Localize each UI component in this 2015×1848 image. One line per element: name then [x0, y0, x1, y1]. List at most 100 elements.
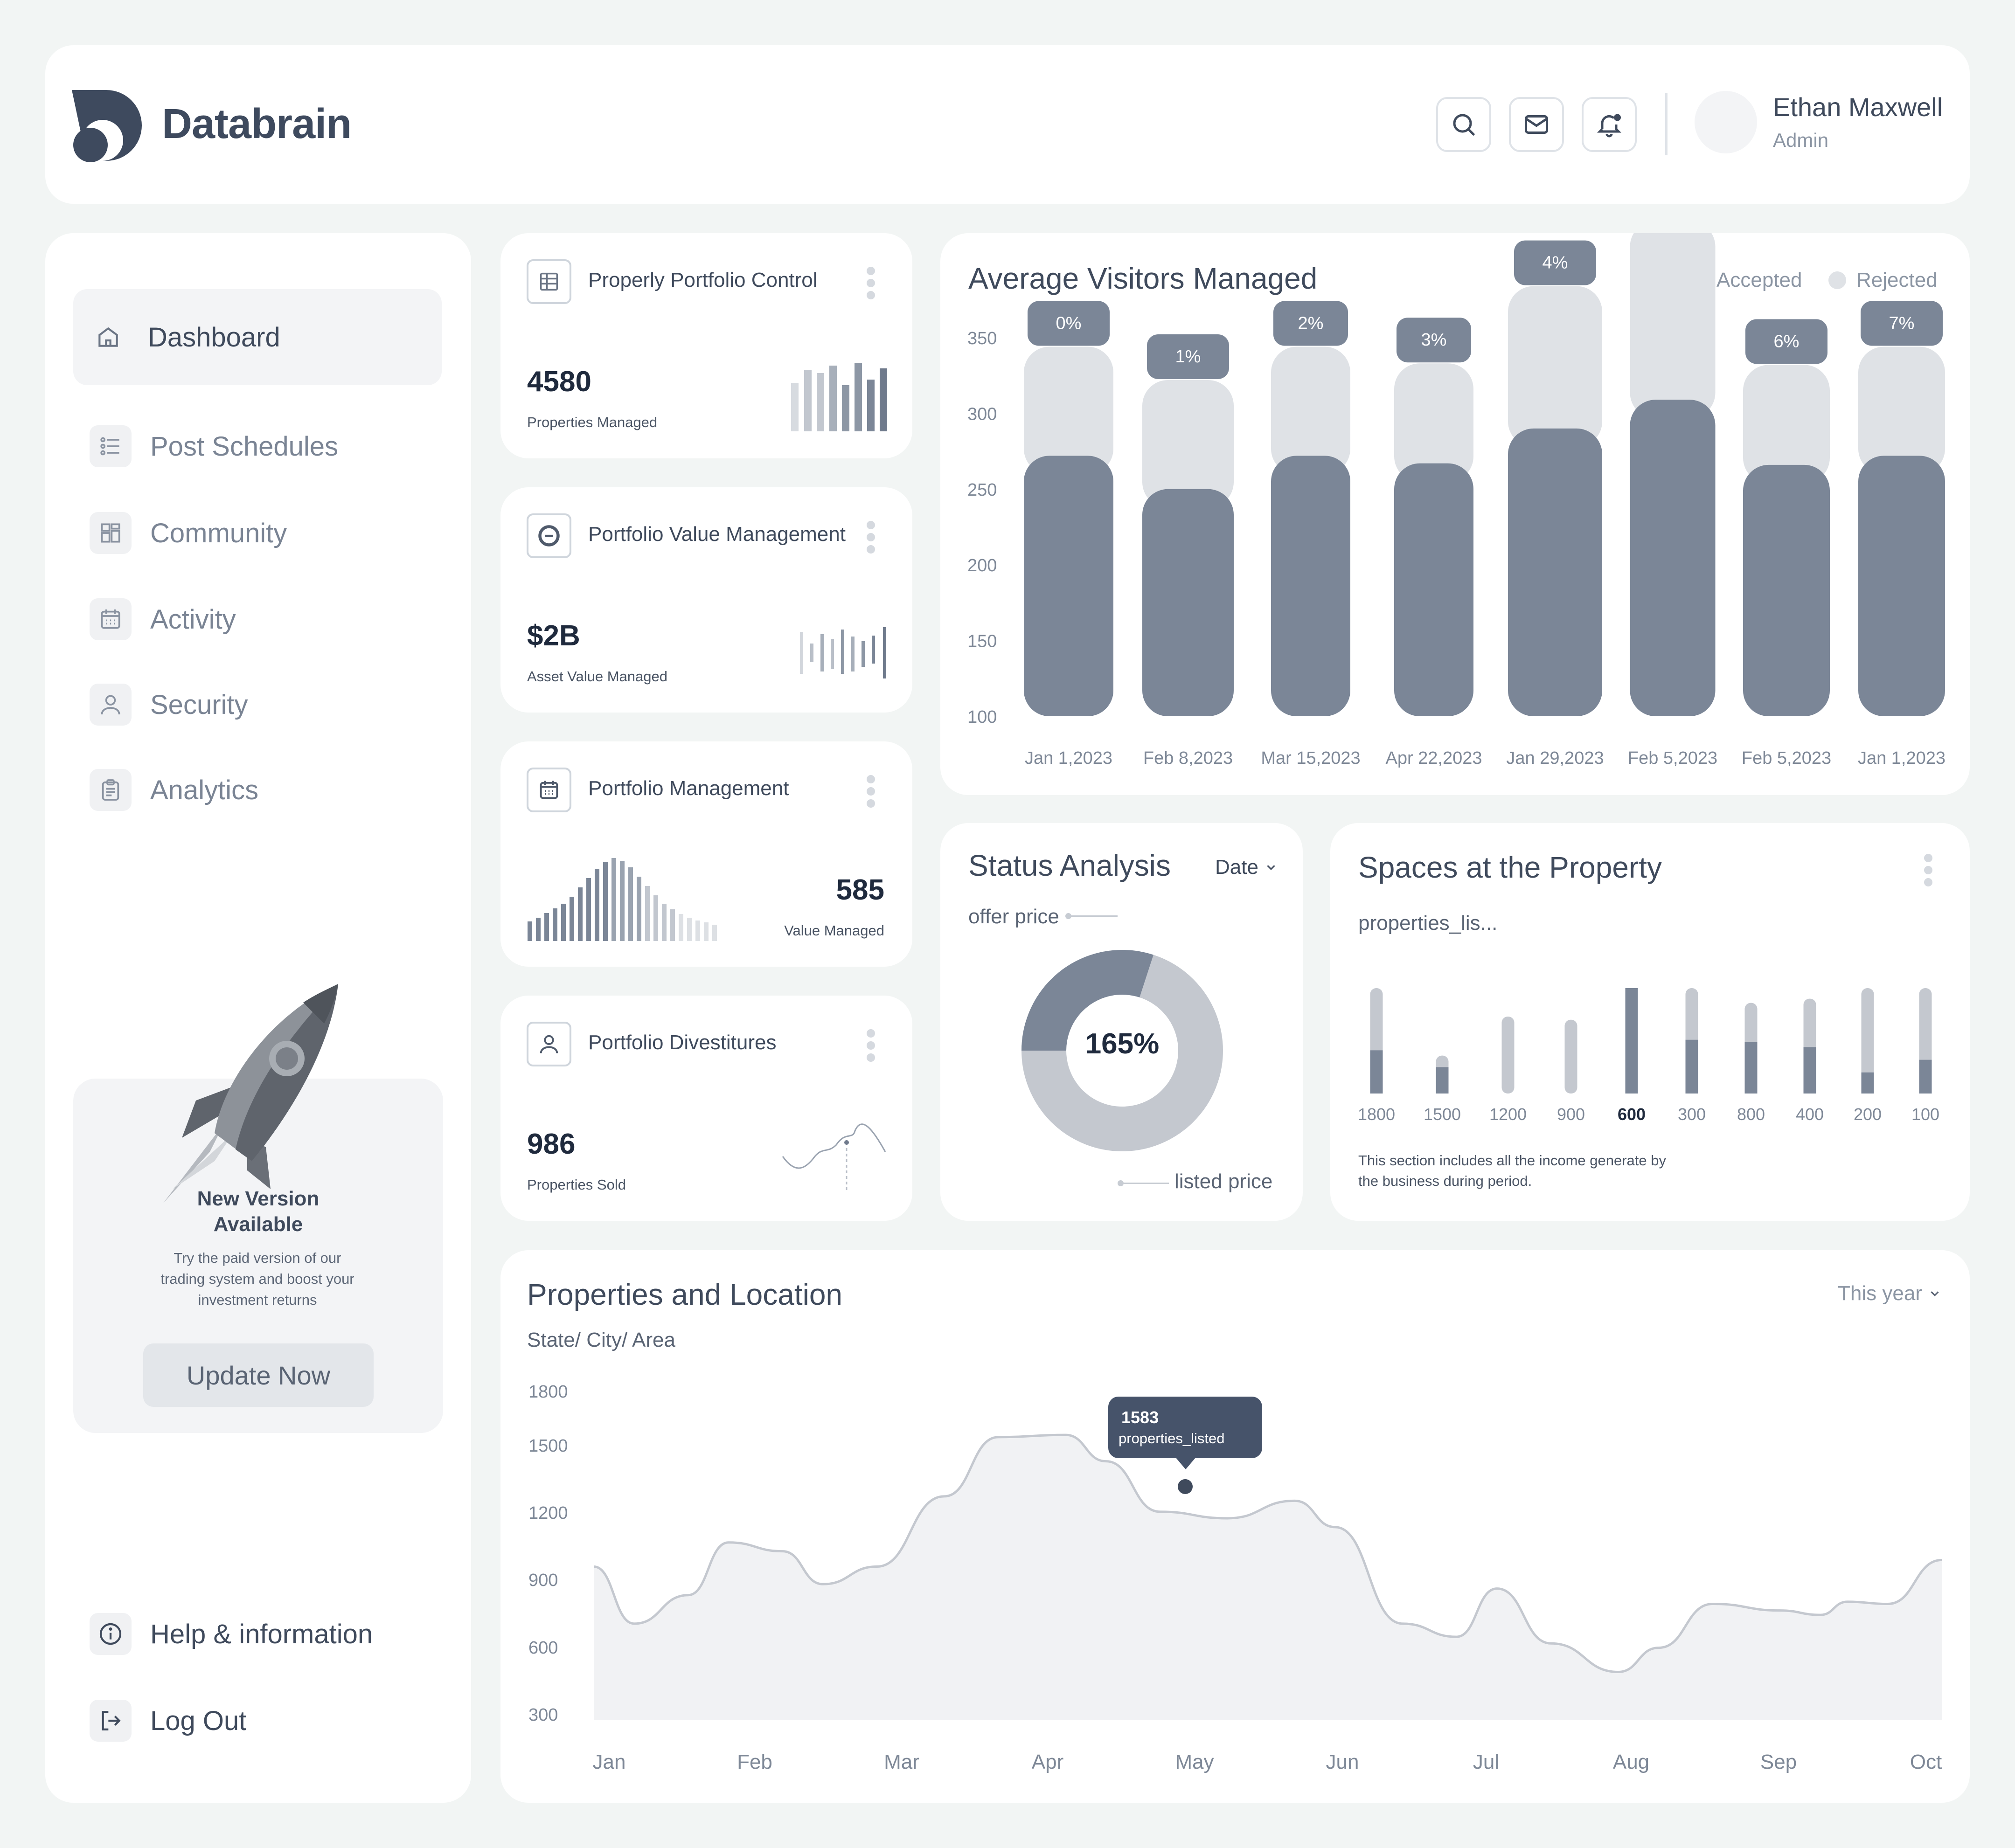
y-tick-label: 250 [967, 480, 997, 500]
space-bar-bg [1564, 1019, 1577, 1094]
bar-rejected [1858, 346, 1945, 475]
kpi-title: Portfolio Divestitures [588, 1031, 777, 1054]
mail-button[interactable] [1509, 97, 1564, 152]
x-tick-label: Jun [1326, 1751, 1359, 1773]
bar-rejected [1508, 286, 1602, 447]
y-tick-label: 1800 [528, 1382, 568, 1402]
chart-tooltip: 1583 properties_listed [1108, 1397, 1262, 1458]
space-bar-value [1919, 1059, 1932, 1094]
brand-name[interactable]: Databrain [162, 100, 352, 148]
sidebar-item-security[interactable]: Security [75, 677, 443, 733]
listed-price-label: listed price [1174, 1170, 1273, 1193]
x-tick-label: Feb [737, 1751, 772, 1773]
sidebar-item-label: Analytics [150, 775, 259, 805]
sidebar-item-logout[interactable]: Log Out [75, 1693, 443, 1749]
bar-data-label: 7% [1889, 313, 1915, 333]
bar-accepted [1142, 489, 1234, 716]
grid-icon [90, 512, 132, 554]
bar-accepted [1630, 400, 1716, 716]
y-tick-label: 300 [528, 1705, 558, 1725]
mail-icon [1525, 115, 1548, 134]
kpi-value: $2B [527, 620, 580, 652]
x-tick-label: Jan 1,2023 [1025, 748, 1112, 768]
top-header: Databrain Ethan Maxwell Admin [45, 45, 1970, 204]
x-tick-label: 800 [1737, 1105, 1765, 1124]
status-date-dropdown[interactable]: Date [1215, 856, 1278, 879]
logout-icon [90, 1700, 132, 1742]
avatar[interactable] [1695, 91, 1757, 153]
y-tick-label: 900 [528, 1571, 558, 1590]
space-bar-value [1861, 1072, 1874, 1094]
brand-logo-icon [72, 90, 146, 162]
x-tick-label: 200 [1854, 1105, 1882, 1124]
status-title: Status Analysis [968, 849, 1171, 882]
sidebar-item-post-schedules[interactable]: Post Schedules [75, 418, 443, 474]
offer-price-label: offer price [968, 905, 1059, 928]
tooltip-pointer [1175, 1457, 1196, 1469]
x-tick-label: Mar [884, 1751, 919, 1773]
user-icon [90, 684, 132, 726]
update-now-button[interactable]: Update Now [143, 1343, 374, 1407]
kpi-value: 585 [836, 874, 884, 906]
x-tick-label: Jan 1,2023 [1858, 748, 1946, 768]
sidebar-item-help[interactable]: Help & information [75, 1606, 443, 1662]
space-bar-value [1685, 1039, 1698, 1094]
status-card: Status Analysis Date offer price 165% li… [940, 823, 1303, 1221]
clipboard-icon [90, 769, 132, 811]
x-tick-label: Apr 22,2023 [1385, 748, 1482, 768]
bar-accepted [1508, 428, 1602, 716]
x-tick-label: Oct [1910, 1751, 1942, 1773]
info-icon [90, 1613, 132, 1655]
x-tick-label: 600 [1618, 1105, 1646, 1124]
user-role: Admin [1773, 129, 1829, 151]
sidebar-item-community[interactable]: Community [75, 505, 443, 561]
x-tick-label: 1500 [1424, 1105, 1461, 1124]
x-tick-label: Feb 5,2023 [1628, 748, 1717, 768]
home-icon [87, 316, 129, 358]
bar-accepted [1743, 464, 1830, 716]
spaces-note-line1: This section includes all the income gen… [1358, 1152, 1666, 1169]
notifications-button[interactable] [1582, 97, 1637, 152]
kpi-title: Portfolio Management [588, 777, 789, 800]
space-bar-value [1370, 1050, 1383, 1094]
y-tick-label: 300 [967, 404, 997, 424]
sidebar-item-label: Post Schedules [150, 431, 339, 462]
listed-price-leader [1120, 1183, 1169, 1184]
visitors-card: Average Visitors Managed Accepted Reject… [940, 233, 1970, 795]
tooltip-marker [1178, 1479, 1193, 1494]
space-bar-value [1744, 1042, 1758, 1094]
more-options-icon[interactable] [867, 521, 875, 557]
sidebar-item-activity[interactable]: Activity [75, 591, 443, 647]
x-tick-label: Feb 5,2023 [1742, 748, 1831, 768]
offer-price-leader-dot [1065, 913, 1071, 919]
kpi-distribution-bars [527, 857, 723, 941]
x-tick-label: Feb 8,2023 [1143, 748, 1233, 768]
search-button[interactable] [1436, 97, 1491, 152]
kpi-card-value-management: Portfolio Value Management $2B Asset Val… [500, 487, 912, 713]
bar-data-label: 4% [1543, 253, 1568, 273]
more-options-icon[interactable] [867, 775, 875, 811]
promo-text-line3: investment returns [198, 1292, 317, 1308]
bar-accepted [1024, 456, 1113, 716]
sidebar-item-dashboard[interactable]: Dashboard [73, 289, 442, 385]
sidebar-item-label: Activity [150, 604, 236, 635]
sidebar-item-analytics[interactable]: Analytics [75, 762, 443, 818]
bar-rejected [1271, 346, 1350, 475]
bar-data-label: 0% [1056, 313, 1082, 333]
user-name[interactable]: Ethan Maxwell [1773, 92, 1943, 122]
dropdown-label: Date [1215, 856, 1258, 879]
bar-data-label: 1% [1175, 347, 1201, 367]
more-options-icon[interactable] [867, 1029, 875, 1066]
x-tick-label: Mar 15,2023 [1261, 748, 1360, 768]
target-icon [527, 513, 571, 558]
bell-icon [1597, 114, 1622, 138]
sidebar-item-label: Dashboard [148, 322, 280, 353]
more-options-icon[interactable] [867, 267, 875, 303]
kpi-value: 4580 [527, 366, 591, 398]
x-tick-label: 1800 [1358, 1105, 1395, 1124]
space-bar-value [1436, 1067, 1449, 1094]
spaces-note-line2: the business during period. [1358, 1173, 1532, 1189]
properties-card: Properties and Location State/ City/ Are… [500, 1250, 1970, 1803]
table-icon [527, 259, 571, 304]
bar-data-label: 2% [1298, 313, 1324, 333]
